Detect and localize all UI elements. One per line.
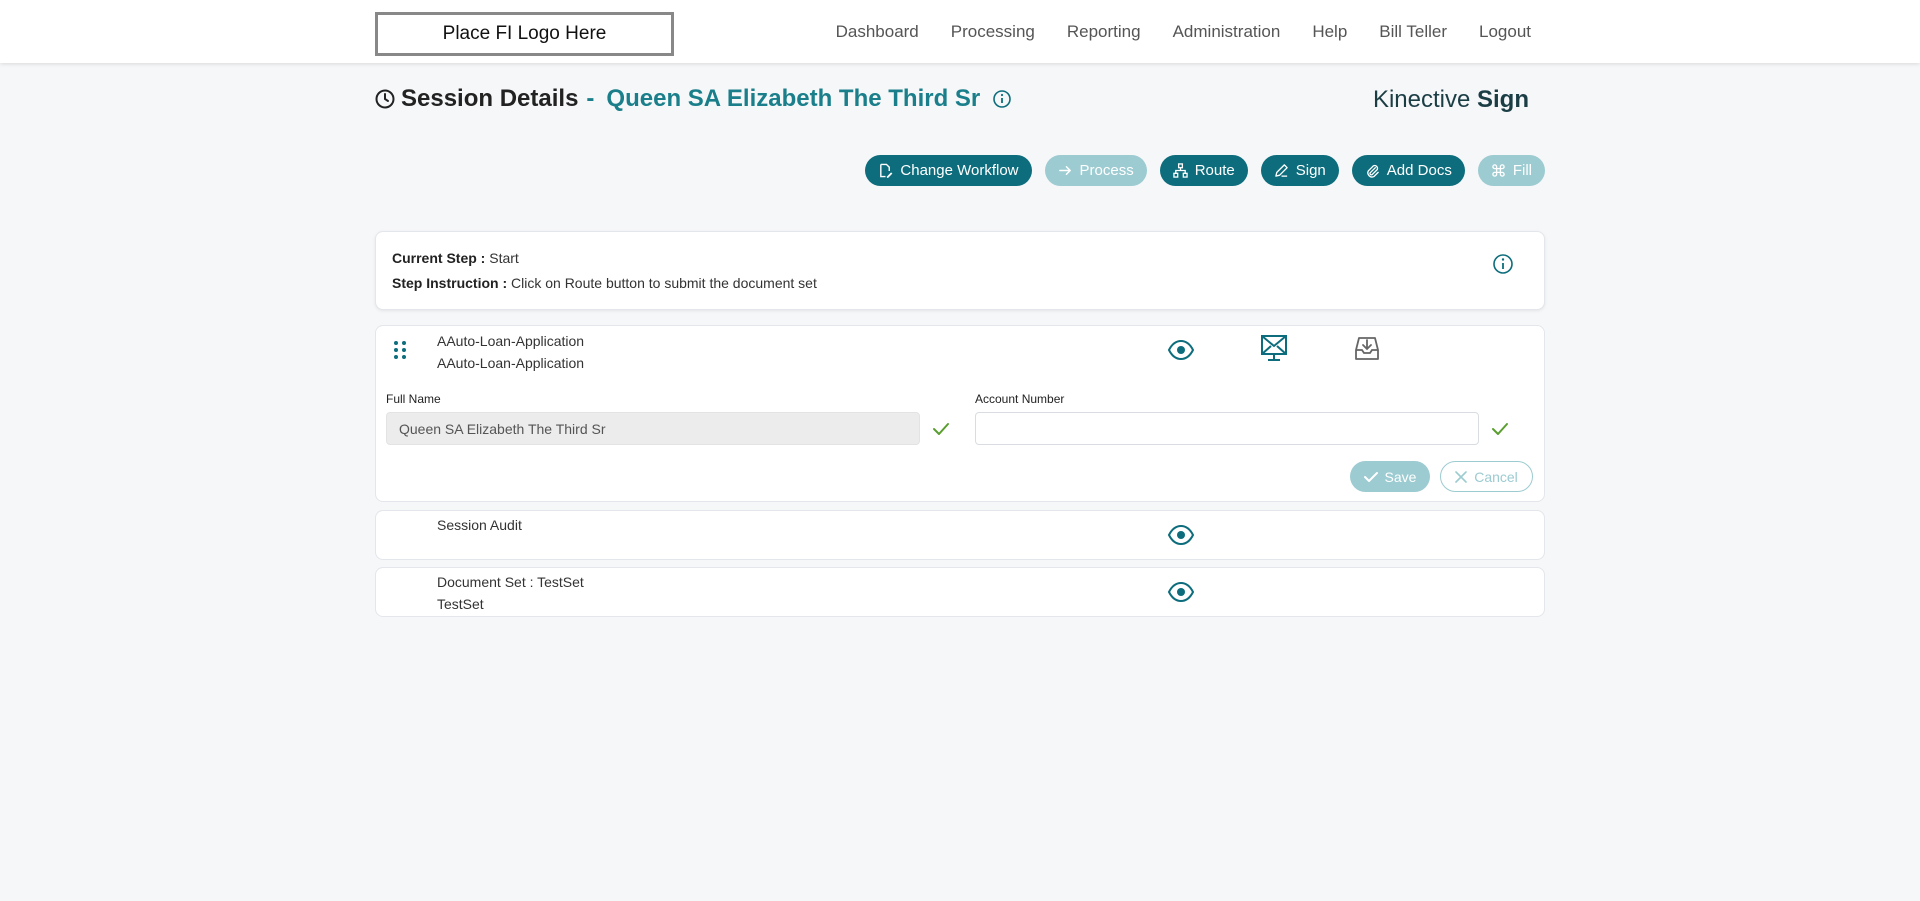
drag-handle-icon[interactable] bbox=[393, 339, 407, 361]
document-set-title: Document Set : TestSet bbox=[437, 574, 584, 590]
add-docs-button[interactable]: Add Docs bbox=[1351, 155, 1465, 186]
fi-logo-placeholder[interactable]: Place FI Logo Here bbox=[375, 12, 674, 56]
current-step-label: Current Step : bbox=[392, 250, 486, 266]
kinective-sign-brand: Kinective Sign bbox=[1373, 86, 1529, 114]
file-edit-icon bbox=[880, 163, 893, 178]
nav-reporting[interactable]: Reporting bbox=[1067, 22, 1141, 42]
document-subtitle: AAuto-Loan-Application bbox=[437, 355, 585, 371]
page-title-row: Session Details - Queen SA Elizabeth The… bbox=[375, 83, 1012, 115]
title-separator: - bbox=[586, 85, 595, 112]
save-label: Save bbox=[1384, 468, 1417, 485]
brand-bold: Sign bbox=[1477, 86, 1529, 113]
add-docs-label: Add Docs bbox=[1386, 162, 1452, 179]
check-icon bbox=[933, 423, 949, 435]
info-icon[interactable] bbox=[992, 89, 1012, 109]
step-instruction: Step Instruction : Click on Route button… bbox=[392, 275, 817, 291]
check-icon bbox=[1492, 423, 1508, 435]
nav-dashboard[interactable]: Dashboard bbox=[836, 22, 919, 42]
step-instruction-value: Click on Route button to submit the docu… bbox=[511, 275, 817, 291]
arrow-right-icon bbox=[1058, 166, 1071, 175]
fill-button[interactable]: Fill bbox=[1477, 155, 1545, 186]
route-button[interactable]: Route bbox=[1159, 155, 1248, 186]
document-set-panel: Document Set : TestSet TestSet bbox=[375, 567, 1545, 617]
step-instruction-label: Step Instruction : bbox=[392, 275, 508, 291]
process-button[interactable]: Process bbox=[1044, 155, 1147, 186]
full-name-field[interactable]: Queen SA Elizabeth The Third Sr bbox=[386, 412, 920, 445]
process-label: Process bbox=[1079, 162, 1134, 179]
nav-user-name[interactable]: Bill Teller bbox=[1379, 22, 1447, 42]
save-button[interactable]: Save bbox=[1350, 461, 1430, 492]
current-step-value: Start bbox=[489, 250, 519, 266]
top-navbar: Place FI Logo Here Dashboard Processing … bbox=[0, 0, 1920, 63]
pen-icon bbox=[1274, 164, 1288, 177]
inbox-download-icon[interactable] bbox=[1353, 334, 1381, 362]
sign-button[interactable]: Sign bbox=[1260, 155, 1339, 186]
full-name-label: Full Name bbox=[386, 392, 441, 406]
account-number-label: Account Number bbox=[975, 392, 1065, 406]
main-nav: Dashboard Processing Reporting Administr… bbox=[804, 0, 1531, 63]
envelope-monitor-icon[interactable] bbox=[1260, 334, 1288, 362]
route-label: Route bbox=[1194, 162, 1235, 179]
current-step-panel: Current Step : Start Step Instruction : … bbox=[375, 231, 1545, 310]
change-workflow-button[interactable]: Change Workflow bbox=[865, 155, 1032, 186]
nav-administration[interactable]: Administration bbox=[1173, 22, 1281, 42]
document-set-subtitle: TestSet bbox=[437, 596, 484, 612]
cancel-label: Cancel bbox=[1474, 468, 1518, 485]
info-icon[interactable] bbox=[1492, 253, 1514, 275]
document-panel: AAuto-Loan-Application AAuto-Loan-Applic… bbox=[375, 325, 1545, 502]
eye-icon[interactable] bbox=[1167, 578, 1195, 606]
nav-help[interactable]: Help bbox=[1312, 22, 1347, 42]
account-number-field[interactable] bbox=[975, 412, 1479, 445]
sitemap-icon bbox=[1173, 163, 1188, 178]
eye-icon[interactable] bbox=[1167, 336, 1195, 364]
nav-logout[interactable]: Logout bbox=[1479, 22, 1531, 42]
eye-icon[interactable] bbox=[1167, 521, 1195, 549]
brand-light: Kinective bbox=[1372, 86, 1471, 113]
cancel-button[interactable]: Cancel bbox=[1440, 461, 1533, 492]
sign-label: Sign bbox=[1295, 162, 1326, 179]
session-audit-panel: Session Audit bbox=[375, 510, 1545, 560]
fill-label: Fill bbox=[1512, 162, 1532, 179]
session-audit-title: Session Audit bbox=[437, 517, 522, 533]
current-step: Current Step : Start bbox=[392, 250, 519, 266]
nav-processing[interactable]: Processing bbox=[951, 22, 1035, 42]
check-icon bbox=[1363, 471, 1378, 482]
command-icon bbox=[1492, 164, 1505, 177]
close-icon bbox=[1455, 470, 1468, 483]
session-customer-name: Queen SA Elizabeth The Third Sr bbox=[606, 85, 981, 112]
action-toolbar: Change Workflow Process Route Sign Add D… bbox=[865, 155, 1545, 186]
paperclip-icon bbox=[1367, 164, 1379, 178]
page-title: Session Details bbox=[401, 85, 579, 112]
change-workflow-label: Change Workflow bbox=[900, 162, 1019, 179]
clock-icon bbox=[375, 89, 395, 109]
document-title: AAuto-Loan-Application bbox=[437, 333, 585, 349]
